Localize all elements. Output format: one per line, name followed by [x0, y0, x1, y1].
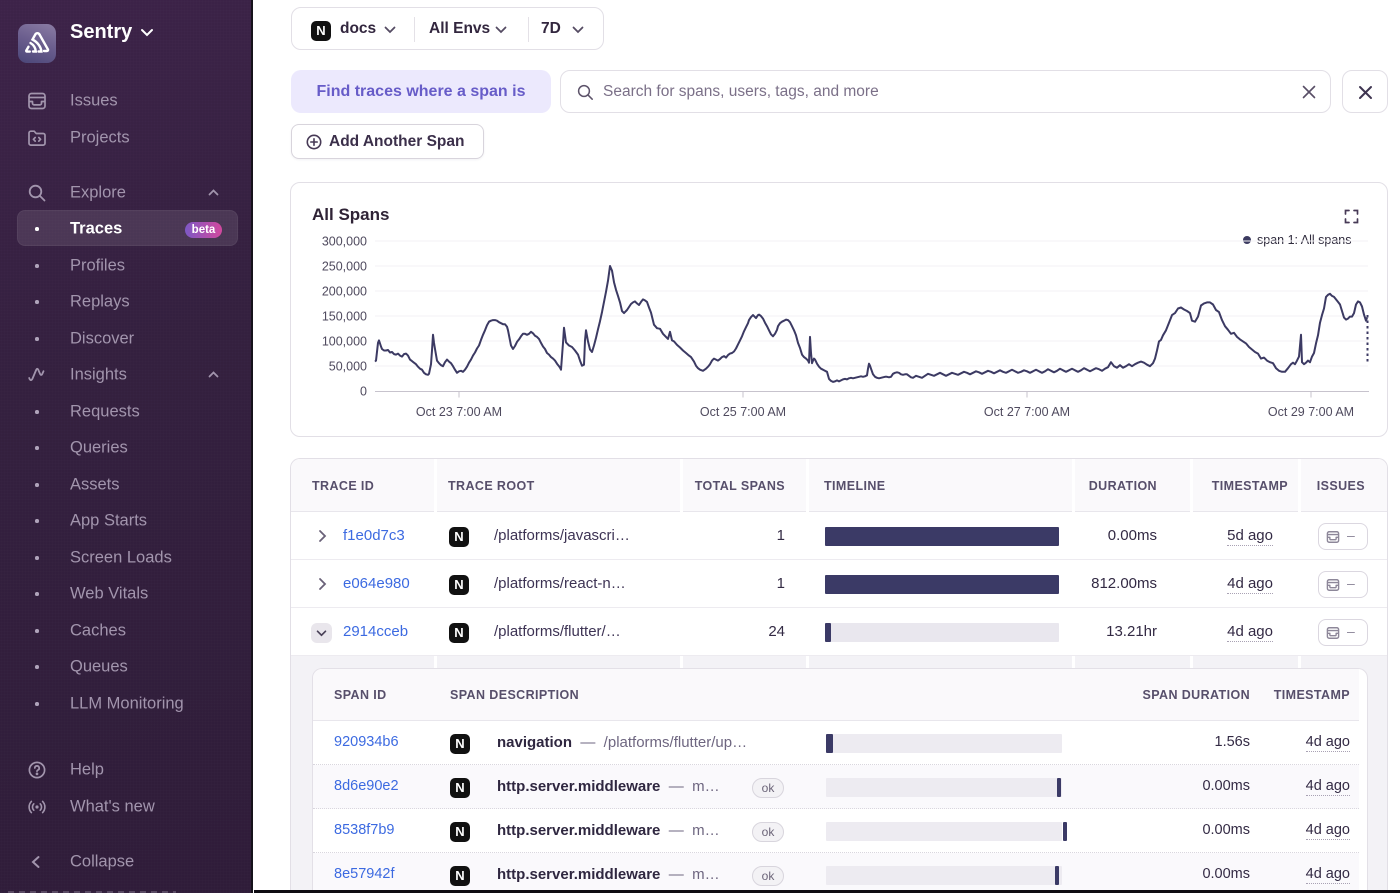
- svg-text:0: 0: [360, 385, 367, 399]
- svg-text:Oct 25 7:00 AM: Oct 25 7:00 AM: [700, 405, 786, 419]
- svg-text:200,000: 200,000: [322, 285, 367, 299]
- svg-text:Oct 23 7:00 AM: Oct 23 7:00 AM: [416, 405, 502, 419]
- svg-text:Oct 27 7:00 AM: Oct 27 7:00 AM: [984, 405, 1070, 419]
- svg-text:150,000: 150,000: [322, 310, 367, 324]
- svg-text:250,000: 250,000: [322, 260, 367, 274]
- svg-text:50,000: 50,000: [329, 360, 367, 374]
- svg-text:100,000: 100,000: [322, 335, 367, 349]
- svg-text:300,000: 300,000: [322, 235, 367, 249]
- svg-text:Oct 29 7:00 AM: Oct 29 7:00 AM: [1268, 405, 1354, 419]
